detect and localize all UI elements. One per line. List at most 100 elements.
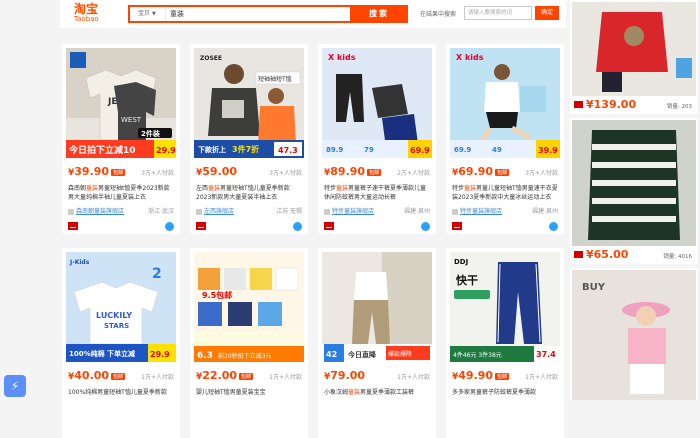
product-card[interactable]: X kids 69.9 49 39.9 ¥69.90 包邮 3万+人付款 特步童装… [446,44,564,234]
svg-text:9.5包邮: 9.5包邮 [202,290,232,300]
product-card[interactable]: JEANS WEST 2件装 今日拍下立减10 29.9 ¥39.90包邮 3万… [62,44,180,234]
svg-text:快干: 快干 [455,273,478,287]
product-card[interactable]: 9.5包邮 6.3 前20秒拍下立减3元 ¥22.00 包邮 1万+人付款 婴儿短… [190,248,308,438]
svg-text:69.9: 69.9 [410,146,430,155]
tmall-icon[interactable] [68,222,78,230]
product-image[interactable]: ZOSEE 短袖袖短T恤 下款折上 3件7折 47.3 [194,48,304,158]
svg-text:6.3: 6.3 [197,351,213,361]
floating-action-button[interactable]: ⚡ [4,375,26,397]
product-image[interactable]: X kids 69.9 49 39.9 [450,48,560,158]
product-price: ¥49.90 包邮 [452,369,510,382]
svg-text:WEST: WEST [121,116,142,124]
product-price: ¥79.00 [324,369,366,382]
product-image[interactable]: 9.5包邮 6.3 前20秒拍下立减3元 [194,252,304,362]
product-card[interactable]: J-Kids LUCKILY STARS 2 100%纯棉 下单立减 29.9 … [62,248,180,438]
svg-text:X kids: X kids [456,53,484,62]
side-ad-price: ¥139.00 [586,98,637,111]
product-image[interactable]: DDJ 快干 4件46元 3件38元 37.4 [450,252,560,362]
svg-text:2件装: 2件装 [141,129,160,138]
shop-link[interactable]: 特步童装旗舰店 [324,206,374,215]
product-card[interactable]: ZOSEE 短袖袖短T恤 下款折上 3件7折 47.3 ¥59.00 3万+人付… [190,44,308,234]
tmall-tag: 包邮 [111,168,126,176]
logo-text-cn: 淘宝 [74,2,99,16]
sales-count: 2万+人付款 [397,170,430,177]
svg-text:79: 79 [364,146,374,154]
wangwang-chat-icon[interactable] [293,222,302,231]
side-ad-image[interactable] [572,2,696,96]
tmall-icon[interactable] [196,222,206,230]
search-category-select[interactable]: 宝贝 ▼ [130,7,166,21]
tmall-icon[interactable] [324,222,334,230]
side-ad-price: ¥65.00 [586,248,629,261]
tmall-icon [574,101,583,108]
tmall-tag: 包邮 [367,168,382,176]
svg-text:49: 49 [492,146,502,154]
wangwang-chat-icon[interactable] [549,222,558,231]
logo-text-en: Taobao [74,15,99,23]
price-value: 39.90 [74,165,110,178]
tmall-tag: 包邮 [495,372,510,380]
product-card[interactable]: DDJ 快干 4件46元 3件38元 37.4 ¥49.90 包邮 1万+人付款 … [446,248,564,438]
taobao-logo[interactable]: 淘宝 Taobao [74,3,120,27]
side-ad-image[interactable] [572,120,696,246]
location: 江苏 无锡 [276,208,302,215]
side-ad-sales: 销量: 4016 [663,254,692,260]
product-price: ¥69.90 包邮 [452,165,510,178]
product-title[interactable]: 小象汉姆童装男童夏季薄款工装裤 [324,388,430,406]
tmall-icon[interactable] [452,222,462,230]
svg-text:39.9: 39.9 [538,146,558,155]
price-value: 49.90 [458,369,494,382]
within-results-input[interactable]: 请输入要搜索的词 [464,6,532,20]
shop-icon [196,208,202,215]
side-ad-image[interactable]: BUY [572,270,696,400]
product-title[interactable]: 特步童装男童儿童短袖T恤男童速干衣夏装2023夏季新款中大童冰丝运动上衣 [452,184,558,202]
search-button[interactable]: 搜索 [350,5,408,23]
sales-count: 3万+人付款 [141,170,174,177]
search-category-label: 宝贝 [138,10,151,17]
product-price: ¥40.00 包邮 [68,369,126,382]
shop-link[interactable]: 左西旗舰店 [196,206,234,215]
tmall-tag: 包邮 [495,168,510,176]
svg-text:J-Kids: J-Kids [69,259,90,266]
tmall-tag: 包邮 [239,372,254,380]
search-box: 宝贝▼ 搜索 [128,5,408,23]
sales-count: 1万+人付款 [269,374,302,381]
tmall-icon [574,251,583,258]
product-title[interactable]: 婴儿短袖T恤男童夏装宝宝 [196,388,302,406]
wangwang-chat-icon[interactable] [421,222,430,231]
side-ad-card[interactable]: ¥139.00 销量: 203 [570,0,698,114]
svg-text:69.9: 69.9 [454,146,471,154]
svg-text:BUY: BUY [582,282,606,293]
product-image[interactable]: 42 今日直降 爆款爆降 [322,252,432,362]
product-title[interactable]: 多多家男童裤子防蚊裤夏季薄款 [452,388,558,406]
product-title[interactable]: 森南朝童装男童短袖t恤夏季2023新款男大童纯棉半袖儿童夏装上衣 [68,184,174,202]
shop-link[interactable]: 森南朝童装旗舰店 [68,206,124,215]
search-input[interactable] [170,8,340,20]
product-image[interactable]: J-Kids LUCKILY STARS 2 100%纯棉 下单立减 29.9 [66,252,176,362]
product-price: ¥89.90 包邮 [324,165,382,178]
svg-text:37.4: 37.4 [536,350,556,359]
wangwang-chat-icon[interactable] [165,222,174,231]
product-card[interactable]: X kids 89.9 79 69.9 ¥89.90 包邮 2万+人付款 特步童装… [318,44,436,234]
price-value: 89.90 [330,165,366,178]
tmall-tag: 包邮 [111,372,126,380]
svg-text:89.9: 89.9 [326,146,343,154]
product-title[interactable]: 100%纯棉男童短袖T恤儿童夏季新款 [68,388,174,406]
sales-count: 1万+人付款 [141,374,174,381]
product-image[interactable]: X kids 89.9 79 69.9 [322,48,432,158]
svg-text:100%纯棉 下单立减: 100%纯棉 下单立减 [69,349,135,358]
shop-link[interactable]: 特步童装旗舰店 [452,206,502,215]
product-image[interactable]: JEANS WEST 2件装 今日拍下立减10 29.9 [66,48,176,158]
side-ad-card[interactable]: BUY [570,268,698,400]
svg-text:47.3: 47.3 [278,146,298,155]
svg-text:4件46元 3件38元: 4件46元 3件38元 [453,351,502,359]
sales-count: 3万+人付款 [525,170,558,177]
within-confirm-button[interactable]: 确定 [535,6,559,20]
price-value: 59.00 [202,165,238,178]
product-title[interactable]: 特步童装男童裤子速干裤夏季薄款儿童休闲防蚊裤男大童运动长裤 [324,184,430,202]
product-title[interactable]: 左西童装男童短袖T恤儿童夏季新款2023新款男大童夏装半袖上衣 [196,184,302,202]
sales-count: 1万+人付款 [397,374,430,381]
side-ad-card[interactable]: ¥65.00 销量: 4016 [570,118,698,264]
shop-icon [452,208,458,215]
product-card[interactable]: 42 今日直降 爆款爆降 ¥79.00 1万+人付款 小象汉姆童装男童夏季薄款工… [318,248,436,438]
